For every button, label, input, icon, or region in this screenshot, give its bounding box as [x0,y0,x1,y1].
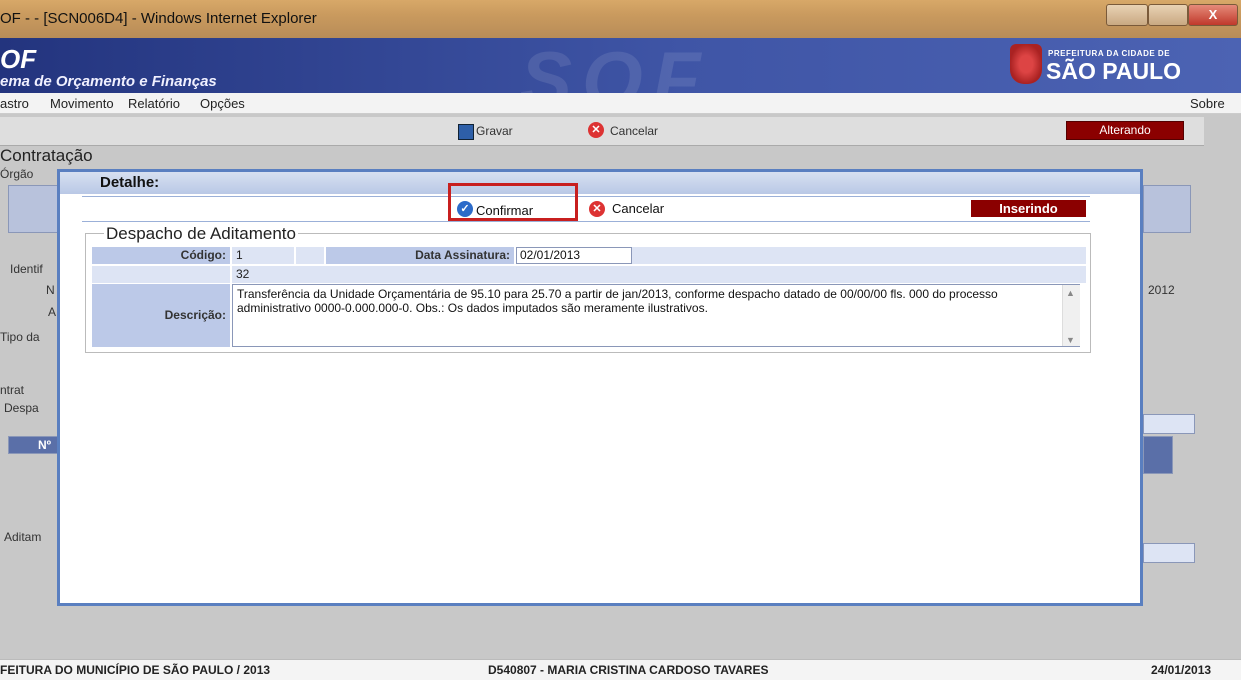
bg-cancel-icon: ✕ [588,122,604,138]
scroll-down-icon[interactable]: ▼ [1066,335,1075,345]
char-counter: 32 [232,266,1086,283]
city-crest-icon [1010,44,1042,84]
n-label: N [46,283,55,297]
dialog-title: Detalhe: [100,174,160,191]
bg-save-button[interactable]: Gravar [476,124,513,138]
menu-opcoes[interactable]: Opções [200,96,245,111]
close-button[interactable]: X [1188,4,1238,26]
date-row-fill [632,247,1086,264]
page-title: Contratação [0,146,93,165]
footer-organization: FEITURA DO MUNICÍPIO DE SÃO PAULO / 2013 [0,663,271,677]
a-label: A [48,305,57,319]
orgao-label: Órgão [0,167,34,181]
tipo-label: Tipo da [0,330,40,344]
save-icon [458,124,474,140]
aditam-label: Aditam [4,530,42,544]
scroll-up-icon[interactable]: ▲ [1066,288,1075,298]
menu-bar [0,93,1241,114]
descricao-textarea[interactable]: Transferência da Unidade Orçamentária de… [232,284,1080,347]
bg-right-field [1143,414,1195,434]
footer-user: D540807 - MARIA CRISTINA CARDOSO TAVARES [488,663,769,677]
bg-right-table [1143,436,1173,474]
menu-movimento[interactable]: Movimento [50,96,114,111]
dialog-header [60,172,1140,194]
bg-table-header [8,436,60,454]
status-badge-alterando: Alterando [1066,121,1184,140]
no-column-header: Nº [38,438,52,452]
menu-relatorio[interactable]: Relatório [128,96,180,111]
codigo-spacer [296,247,324,264]
data-assinatura-label: Data Assinatura: [326,247,514,264]
window-title: OF - - [SCN006D4] - Windows Internet Exp… [0,10,317,27]
codigo-value: 1 [232,247,294,264]
data-assinatura-input[interactable]: 02/01/2013 [516,247,632,264]
codigo-label: Código: [92,247,230,264]
menu-sobre[interactable]: Sobre [1190,96,1225,111]
footer-date: 24/01/2013 [1151,663,1212,677]
section-title: Despacho de Aditamento [104,224,298,244]
status-badge-inserindo: Inserindo [971,200,1086,217]
cancel-icon: ✕ [589,201,605,217]
maximize-button[interactable] [1148,4,1188,26]
cancel-button[interactable]: Cancelar [612,201,664,216]
confirm-highlight-box [448,183,578,221]
bg-cancel-button[interactable]: Cancelar [610,124,658,138]
bg-left-panel [8,185,60,233]
app-short-name: OF [0,44,37,74]
menu-cadastro[interactable]: astro [0,96,29,111]
bg-right-field-2 [1143,543,1195,563]
logo-prefeitura: PREFEITURA DA CIDADE DE [1048,49,1171,58]
bg-right-panel [1143,185,1191,233]
app-full-name: ema de Orçamento e Finanças [0,73,217,90]
logo-sao-paulo: SÃO PAULO [1046,58,1182,84]
contrat-label: ntrat [0,383,25,397]
ident-label: Identif [10,262,43,276]
year-value: 2012 [1148,283,1175,297]
despa-label: Despa [4,401,39,415]
counter-row-spacer [92,266,230,283]
minimize-button[interactable] [1106,4,1148,26]
dialog-toolbar [82,196,1090,222]
descricao-label: Descrição: [92,284,230,347]
